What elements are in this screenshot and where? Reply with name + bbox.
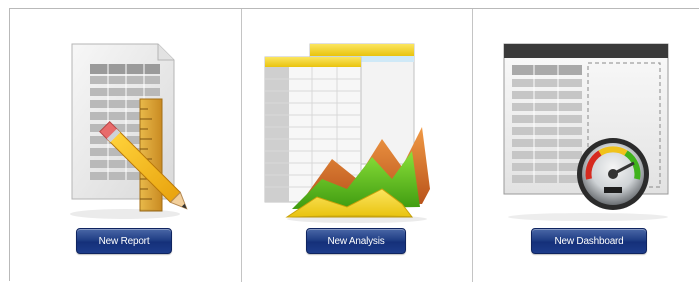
new-analysis-button[interactable]: New Analysis (306, 228, 406, 254)
new-report-button[interactable]: New Report (76, 228, 172, 254)
new-dashboard-button[interactable]: New Dashboard (531, 228, 647, 254)
analysis-icon[interactable] (242, 39, 472, 224)
dashboard-icon[interactable] (473, 39, 699, 224)
report-icon[interactable] (10, 39, 240, 224)
tile-new-report: New Report (10, 9, 240, 282)
new-item-panel: New Report New Analysis New Dashboard (9, 8, 699, 282)
tile-new-dashboard: New Dashboard (473, 9, 699, 282)
tile-new-analysis: New Analysis (242, 9, 472, 282)
